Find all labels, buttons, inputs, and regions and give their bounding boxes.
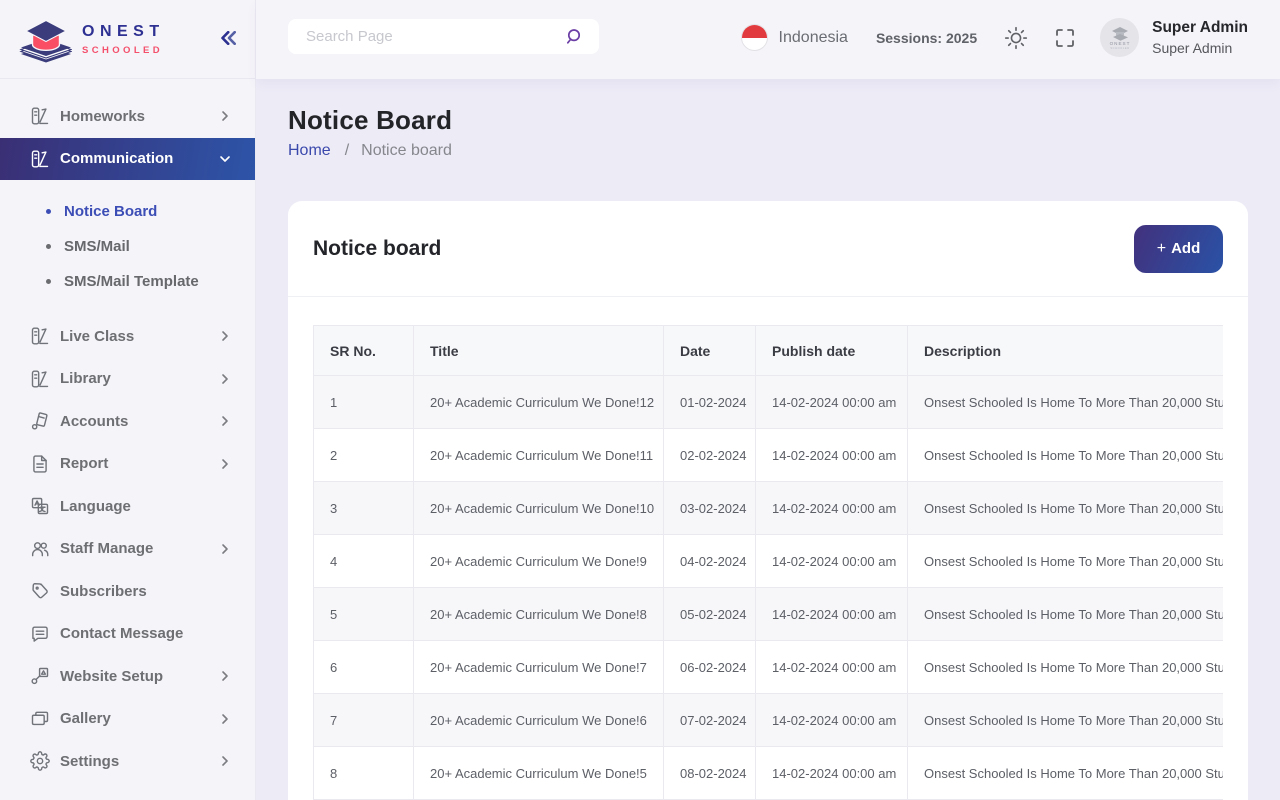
- svg-text:ONEST: ONEST: [1109, 41, 1130, 46]
- svg-text:SCHOOLED: SCHOOLED: [1110, 46, 1129, 50]
